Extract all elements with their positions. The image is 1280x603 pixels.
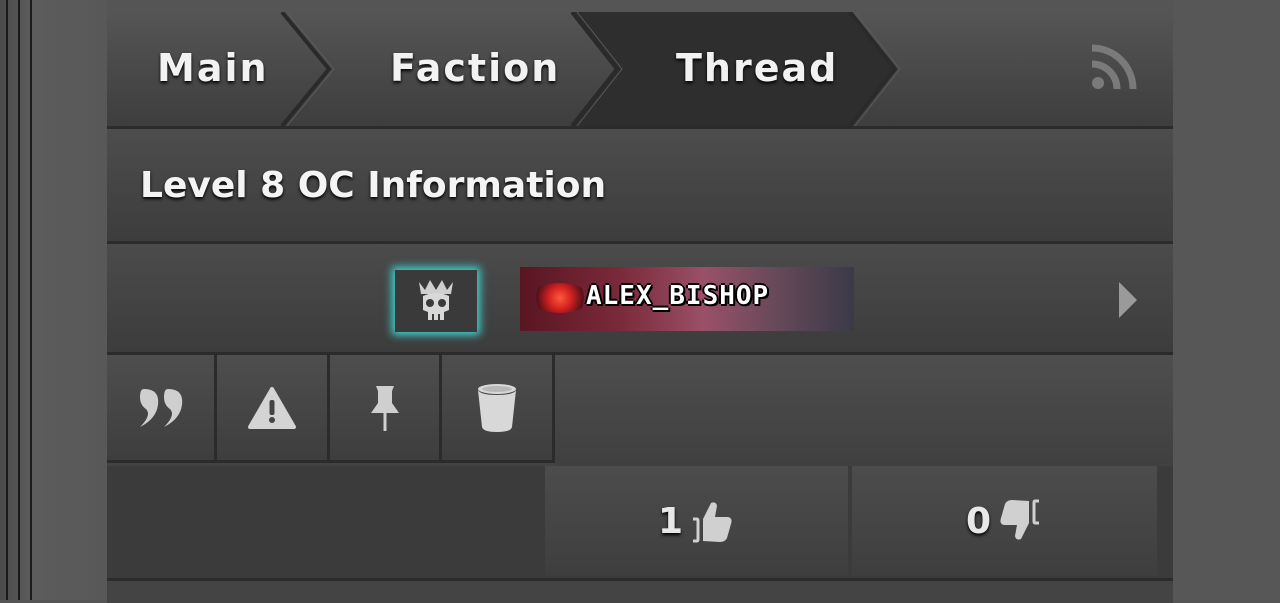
pin-button[interactable] [330, 355, 442, 463]
user-banner[interactable]: ALEX_BISHOP [520, 267, 854, 331]
warning-icon [248, 386, 296, 429]
thread-title-row: Level 8 OC Information [107, 129, 1173, 244]
like-button[interactable]: 1 [545, 466, 848, 576]
like-count: 1 [657, 500, 684, 542]
forum-panel: Main Faction Thread Level 8 OC Informati… [107, 12, 1173, 603]
trash-icon [478, 383, 516, 432]
delete-button[interactable] [442, 355, 555, 463]
actions-filler [555, 355, 1173, 466]
quote-icon [139, 388, 182, 427]
dislike-button[interactable]: 0 [852, 466, 1157, 576]
breadcrumb: Main Faction Thread [107, 12, 1173, 129]
background-left [0, 0, 107, 600]
author-name: ALEX_BISHOP [586, 281, 770, 311]
breadcrumb-thread[interactable]: Thread [676, 46, 838, 90]
breadcrumb-main[interactable]: Main [157, 46, 269, 90]
breadcrumb-faction[interactable]: Faction [390, 46, 560, 90]
chevron-right-icon[interactable] [1117, 280, 1141, 320]
post-actions [107, 355, 1173, 466]
pin-icon [370, 385, 399, 431]
thumbs-down-icon [1000, 499, 1040, 540]
report-button[interactable] [217, 355, 330, 463]
thumbs-up-icon [693, 502, 732, 543]
rank-badge[interactable] [395, 270, 477, 332]
crowned-skull-icon [419, 280, 453, 320]
background-right [1173, 0, 1280, 600]
votes-row: 1 0 [107, 466, 1173, 578]
bottom-divider [107, 578, 1173, 603]
author-row: ALEX_BISHOP [107, 244, 1173, 355]
dislike-count: 0 [965, 500, 992, 542]
quote-button[interactable] [107, 355, 217, 463]
thread-title: Level 8 OC Information [140, 165, 607, 206]
banner-eye-art [530, 283, 590, 313]
rss-icon[interactable] [1089, 42, 1139, 92]
